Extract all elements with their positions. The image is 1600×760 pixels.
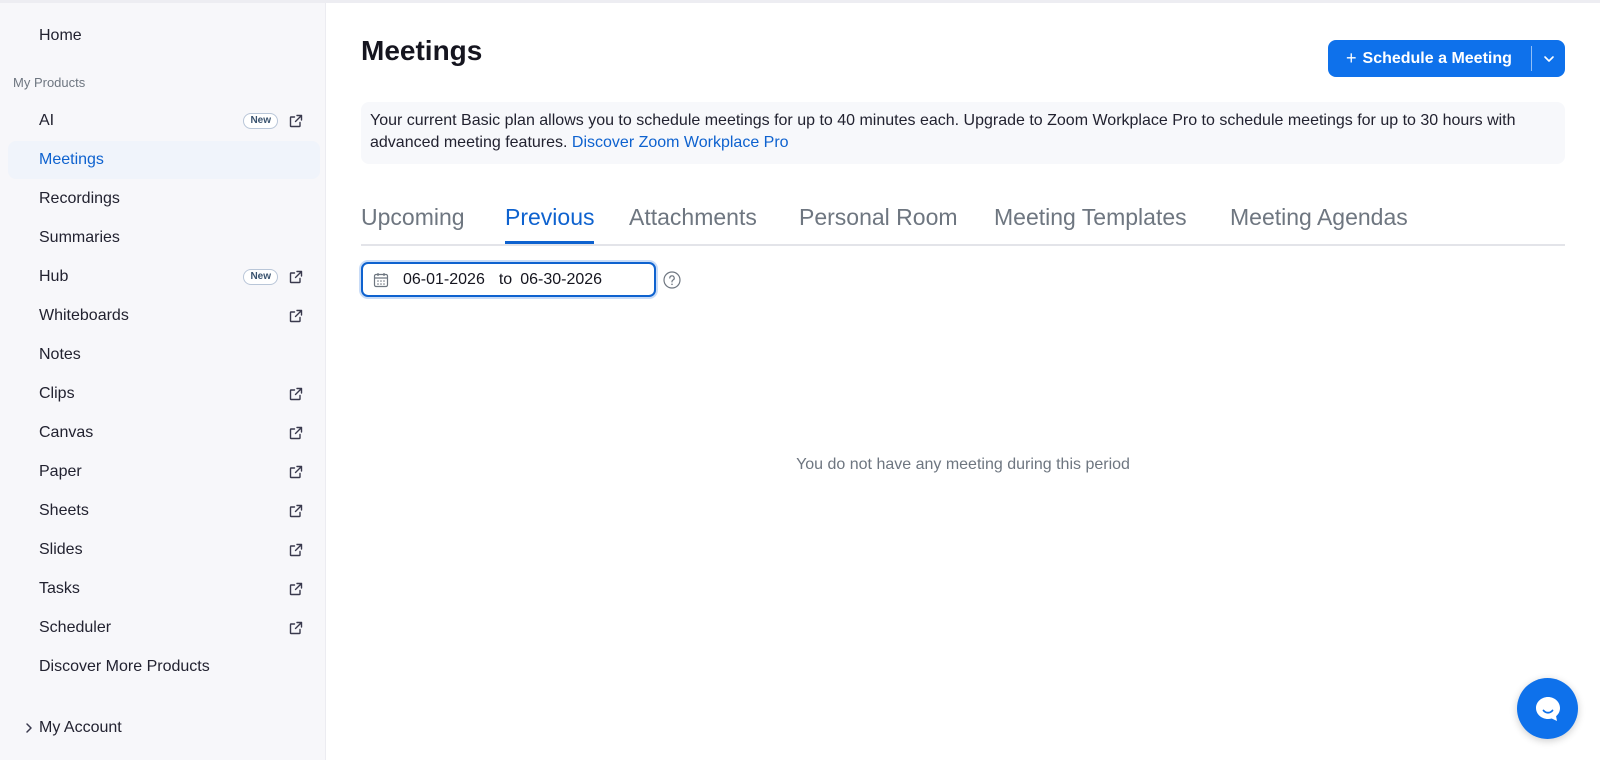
sidebar-item-recordings[interactable]: Recordings (8, 180, 320, 218)
new-badge: New (243, 269, 278, 285)
chevron-down-icon (1543, 55, 1554, 62)
plus-icon: + (1346, 48, 1357, 68)
tab-meeting-templates[interactable]: Meeting Templates (994, 204, 1187, 244)
sidebar-item-sheets[interactable]: Sheets (8, 492, 320, 530)
external-link-icon (289, 270, 303, 284)
chat-bubble-icon (1535, 696, 1560, 721)
sidebar-item-slides[interactable]: Slides (8, 531, 320, 569)
sidebar-item-discover-more-products[interactable]: Discover More Products (8, 648, 320, 686)
schedule-meeting-label: Schedule a Meeting (1362, 49, 1512, 67)
sidebar-item-hub[interactable]: Hub New (8, 258, 320, 296)
schedule-meeting-button[interactable]: + Schedule a Meeting (1328, 40, 1531, 77)
date-from-field[interactable]: 06-01-2026 (403, 271, 485, 289)
sidebar-item-tasks[interactable]: Tasks (8, 570, 320, 608)
sidebar: Home My Products AI New Meetings Recordi… (0, 3, 326, 760)
date-to-field[interactable]: 06-30-2026 (520, 271, 602, 289)
sidebar-item-ai[interactable]: AI New (8, 102, 320, 140)
external-link-icon (289, 582, 303, 596)
help-circle-icon[interactable] (663, 271, 681, 289)
external-link-icon (289, 621, 303, 635)
chat-support-button[interactable] (1517, 678, 1578, 739)
sidebar-item-whiteboards[interactable]: Whiteboards (8, 297, 320, 335)
sidebar-item-label: AI (39, 112, 55, 129)
date-range-picker[interactable]: 06-01-2026 to 06-30-2026 (361, 262, 656, 297)
sidebar-item-paper[interactable]: Paper (8, 453, 320, 491)
sidebar-item-canvas[interactable]: Canvas (8, 414, 320, 452)
new-badge: New (243, 113, 278, 129)
section-label-my-products: My Products (13, 75, 86, 90)
external-link-icon (289, 465, 303, 479)
sidebar-item-label: Discover More Products (39, 658, 210, 675)
sidebar-item-label: Hub (39, 268, 69, 285)
date-range-separator: to (498, 270, 513, 288)
tab-personal-room[interactable]: Personal Room (799, 204, 958, 244)
sidebar-item-label: Clips (39, 385, 75, 402)
sidebar-item-label: Home (39, 27, 82, 44)
empty-state-message: You do not have any meeting during this … (796, 456, 1130, 473)
external-link-icon (289, 309, 303, 323)
external-link-icon (289, 426, 303, 440)
sidebar-item-label: Meetings (39, 151, 104, 168)
chevron-right-icon (26, 723, 32, 733)
sidebar-item-home[interactable]: Home (8, 17, 320, 55)
sidebar-item-label: Scheduler (39, 619, 112, 636)
tab-previous[interactable]: Previous (505, 204, 595, 244)
schedule-options-dropdown[interactable] (1532, 40, 1565, 77)
meeting-tabs: Upcoming Previous Attachments Personal R… (361, 196, 1565, 246)
sidebar-item-scheduler[interactable]: Scheduler (8, 609, 320, 647)
calendar-icon (373, 272, 389, 287)
external-link-icon (289, 387, 303, 401)
sidebar-item-label: Recordings (39, 190, 120, 207)
sidebar-item-label: Paper (39, 463, 82, 480)
sidebar-item-summaries[interactable]: Summaries (8, 219, 320, 257)
sidebar-item-my-account[interactable]: My Account (8, 709, 320, 747)
tab-upcoming[interactable]: Upcoming (361, 204, 465, 244)
sidebar-item-label: Canvas (39, 424, 94, 441)
tab-meeting-agendas[interactable]: Meeting Agendas (1230, 204, 1408, 244)
sidebar-item-label: Notes (39, 346, 81, 363)
external-link-icon (289, 504, 303, 518)
sidebar-item-meetings[interactable]: Meetings (8, 141, 320, 179)
sidebar-item-label: Slides (39, 541, 83, 558)
page-title: Meetings (361, 35, 483, 66)
banner-text: Your current Basic plan allows you to sc… (370, 112, 1516, 151)
sidebar-item-label: Summaries (39, 229, 120, 246)
sidebar-item-notes[interactable]: Notes (8, 336, 320, 374)
schedule-meeting-split-button: + Schedule a Meeting (1328, 40, 1565, 77)
external-link-icon (289, 543, 303, 557)
sidebar-item-label: Sheets (39, 502, 89, 519)
sidebar-item-clips[interactable]: Clips (8, 375, 320, 413)
plan-upgrade-banner: Your current Basic plan allows you to sc… (361, 102, 1565, 164)
external-link-icon (289, 114, 303, 128)
sidebar-item-label: My Account (39, 719, 122, 736)
sidebar-item-label: Tasks (39, 580, 80, 597)
tab-attachments[interactable]: Attachments (629, 204, 757, 244)
discover-pro-link[interactable]: Discover Zoom Workplace Pro (572, 134, 789, 151)
sidebar-item-label: Whiteboards (39, 307, 129, 324)
